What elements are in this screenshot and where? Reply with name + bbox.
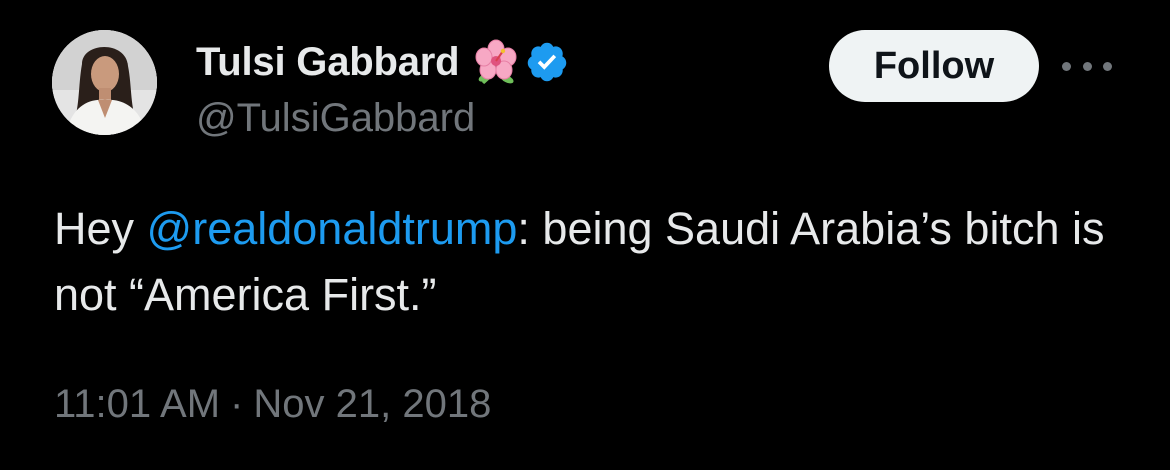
- author-name-row: Tulsi Gabbard: [196, 36, 569, 88]
- tweet-date: Nov 21, 2018: [253, 382, 492, 426]
- display-name[interactable]: Tulsi Gabbard: [196, 40, 460, 85]
- author-handle[interactable]: @TulsiGabbard: [196, 96, 475, 141]
- verified-badge-icon: [525, 40, 569, 84]
- tweet-text: Hey @realdonaldtrump: being Saudi Arabia…: [54, 196, 1134, 328]
- more-dot: [1082, 61, 1092, 71]
- hibiscus-icon: [473, 39, 519, 85]
- mention-link[interactable]: @realdonaldtrump: [147, 203, 518, 254]
- tweet-text-lead: Hey: [54, 203, 147, 254]
- more-horizontal-icon[interactable]: [1062, 54, 1112, 78]
- avatar-photo: [52, 30, 157, 135]
- timestamp-separator: ·: [230, 382, 244, 426]
- tweet-time: 11:01 AM: [54, 382, 221, 426]
- more-dot: [1062, 61, 1071, 71]
- tweet-card: Tulsi Gabbard @TulsiGabbard Follow Hey @…: [0, 0, 1170, 470]
- tweet-timestamp[interactable]: 11:01 AM · Nov 21, 2018: [54, 382, 491, 427]
- more-dot: [1103, 61, 1112, 71]
- follow-button[interactable]: Follow: [829, 30, 1039, 102]
- avatar[interactable]: [52, 30, 157, 135]
